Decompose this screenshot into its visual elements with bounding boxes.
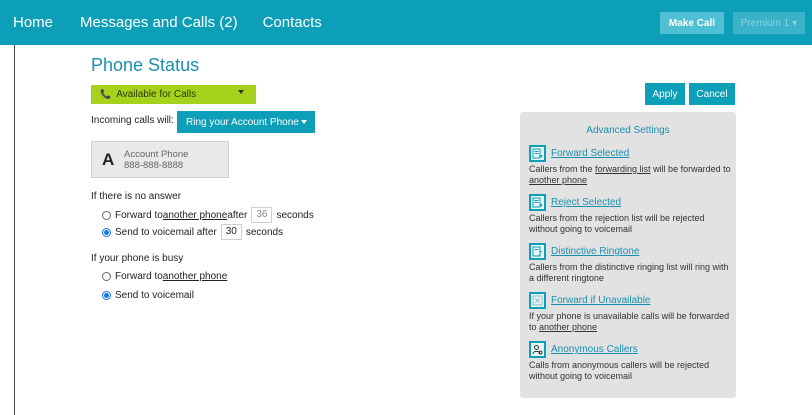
anonymous-callers-icon[interactable]: [529, 341, 546, 358]
availability-dropdown[interactable]: 📞 Available for Calls: [91, 85, 256, 104]
busy-forward-option[interactable]: Forward to another phone: [102, 271, 227, 282]
chevron-down-icon: ▾: [792, 17, 798, 29]
nav-contacts[interactable]: Contacts: [263, 14, 322, 31]
busy-voicemail-label: Send to voicemail: [115, 290, 194, 301]
incoming-mode-dropdown[interactable]: Ring your Account Phone: [177, 111, 315, 133]
incoming-calls-label: Incoming calls will:: [91, 115, 174, 126]
top-nav-bar: Home Messages and Calls (2) Contacts Mak…: [0, 0, 812, 45]
seconds-label: seconds: [276, 209, 314, 221]
account-number: 888-888-8888: [124, 159, 184, 171]
reject-selected-desc: Callers from the rejection list will be …: [529, 213, 705, 234]
premium-dropdown[interactable]: Premium 1 ▾: [733, 12, 805, 34]
no-answer-label: If there is no answer: [91, 191, 182, 202]
seconds-label: seconds: [245, 226, 284, 238]
forward-list-icon[interactable]: [529, 145, 546, 162]
forward-selected-item: Forward Selected Callers from the forwar…: [529, 145, 731, 186]
busy-label: If your phone is busy: [91, 253, 184, 264]
another-phone-link[interactable]: another phone: [529, 175, 587, 185]
forward-selected-desc: Callers from the forwarding list will be…: [529, 164, 731, 185]
chevron-down-icon: [301, 120, 307, 124]
distinctive-ringtone-icon[interactable]: [529, 243, 546, 260]
advanced-settings-panel: Advanced Settings Forward Selected Calle…: [520, 112, 736, 398]
forward-unavailable-desc: If your phone is unavailable calls will …: [529, 311, 730, 332]
premium-label: Premium 1: [740, 17, 790, 29]
phone-icon: 📞: [100, 89, 112, 99]
cancel-button[interactable]: Cancel: [689, 83, 735, 105]
anonymous-callers-desc: Calls from anonymous callers will be rej…: [529, 360, 710, 381]
reject-selected-link[interactable]: Reject Selected: [551, 197, 621, 208]
make-call-button[interactable]: Make Call: [660, 12, 724, 34]
account-name: Account Phone: [124, 148, 189, 160]
forwarding-list-link[interactable]: forwarding list: [595, 164, 651, 174]
chevron-down-icon: [238, 90, 244, 94]
forward-unavailable-link[interactable]: Forward if Unavailable: [551, 295, 651, 306]
nav-home[interactable]: Home: [13, 14, 53, 31]
no-answer-voicemail-option[interactable]: Send to voicemail after 30 seconds: [102, 224, 283, 240]
forward-unavailable-icon[interactable]: [529, 292, 546, 309]
no-answer-voicemail-label: Send to voicemail after: [115, 226, 217, 238]
distinctive-ringtone-link[interactable]: Distinctive Ringtone: [551, 246, 639, 257]
no-answer-forward-after: after: [227, 209, 248, 221]
another-phone-link[interactable]: another phone: [163, 271, 228, 282]
distinctive-ringtone-desc: Callers from the distinctive ringing lis…: [529, 262, 729, 283]
distinctive-ringtone-item: Distinctive Ringtone Callers from the di…: [529, 243, 731, 284]
account-letter: A: [102, 149, 115, 169]
advanced-settings-title: Advanced Settings: [586, 125, 670, 136]
busy-forward-radio[interactable]: [102, 272, 111, 281]
no-answer-forward-prefix: Forward to: [115, 209, 163, 221]
voicemail-seconds-input[interactable]: 30: [220, 224, 242, 240]
no-answer-forward-option[interactable]: Forward to another phone after 36 second…: [102, 207, 314, 223]
forward-unavailable-item: Forward if Unavailable If your phone is …: [529, 292, 731, 333]
nav-messages-and-calls[interactable]: Messages and Calls (2): [80, 14, 238, 31]
another-phone-link[interactable]: another phone: [163, 210, 228, 221]
no-answer-voicemail-radio[interactable]: [102, 227, 111, 237]
busy-voicemail-radio[interactable]: [102, 291, 111, 300]
availability-label: Available for Calls: [116, 89, 197, 100]
forward-selected-link[interactable]: Forward Selected: [551, 148, 629, 159]
forward-seconds-input[interactable]: 36: [251, 207, 273, 223]
reject-list-icon[interactable]: [529, 194, 546, 211]
incoming-mode-label: Ring your Account Phone: [186, 116, 299, 128]
page-title: Phone Status: [91, 55, 200, 75]
anonymous-callers-item: Anonymous Callers Calls from anonymous c…: [529, 341, 731, 382]
page-left-border: [14, 45, 15, 415]
account-phone-card: A Account Phone 888-888-8888: [91, 141, 229, 178]
reject-selected-item: Reject Selected Callers from the rejecti…: [529, 194, 731, 235]
apply-button[interactable]: Apply: [645, 83, 685, 105]
busy-voicemail-option[interactable]: Send to voicemail: [102, 290, 194, 301]
account-info: Account Phone 888-888-8888: [124, 149, 188, 171]
anonymous-callers-link[interactable]: Anonymous Callers: [551, 344, 638, 355]
another-phone-link[interactable]: another phone: [539, 322, 597, 332]
no-answer-forward-radio[interactable]: [102, 210, 111, 220]
busy-forward-prefix: Forward to: [115, 271, 163, 282]
